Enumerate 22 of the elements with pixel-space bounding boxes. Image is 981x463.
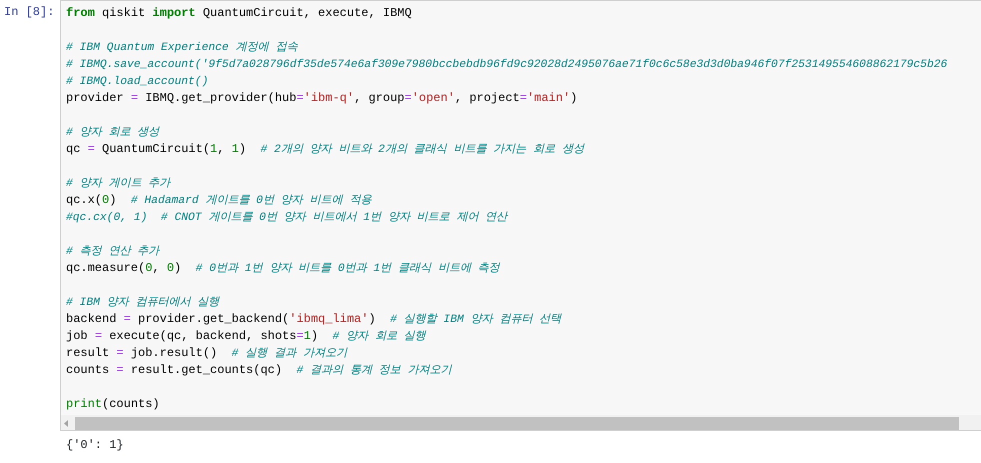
code-line: from qiskit import QuantumCircuit, execute, IBMQ bbox=[66, 5, 412, 22]
code-line: counts = result.get_counts(qc) # 결과의 통계 정보 가져오기 bbox=[66, 362, 452, 379]
code-line: # 측정 연산 추가 bbox=[66, 244, 160, 260]
code-line: print(counts) bbox=[66, 396, 160, 413]
code-line: # IBMQ.save_account('9f5d7a028796df35de574e6af309e7980bccbebdb96fd9c92028d2495076ae71f0c6c58e3d3d0ba946f07f253149554608862179c5b26 bbox=[66, 58, 948, 73]
cell-output: {'0': 1} bbox=[65, 437, 125, 454]
code-line: job = execute(qc, backend, shots=1) # 양자 회로 실행 bbox=[66, 328, 426, 345]
code-line: backend = provider.get_backend('ibmq_lima') # 실행할 IBM 양자 컴퓨터 선택 bbox=[66, 311, 562, 328]
code-line: provider = IBMQ.get_provider(hub='ibm-q', group='open', project='main') bbox=[66, 90, 578, 107]
code-line: result = job.result() # 실행 결과 가져오기 bbox=[66, 345, 347, 362]
code-line: qc.x(0) # Hadamard 게이트를 0번 양자 비트에 적용 bbox=[66, 192, 372, 209]
code-line: # 양자 회로 생성 bbox=[66, 126, 160, 141]
horizontal-scrollbar[interactable] bbox=[61, 415, 981, 430]
code-line: # IBMQ.load_account() bbox=[66, 74, 208, 90]
code-line: # 양자 게이트 추가 bbox=[66, 176, 170, 192]
code-line: qc = QuantumCircuit(1, 1) # 2개의 양자 비트와 2개의 클래식 비트를 가지는 회로 생성 bbox=[66, 141, 584, 158]
code-line: # IBM 양자 컴퓨터에서 실행 bbox=[66, 296, 220, 311]
code-line: # IBM Quantum Experience 계정에 접속 bbox=[66, 40, 298, 56]
code-cell[interactable] bbox=[60, 0, 981, 431]
code-line: #qc.cx(0, 1) # CNOT 게이트를 0번 양자 비트에서 1번 양자 비트로 제어 연산 bbox=[66, 210, 508, 226]
input-prompt: In [8]: bbox=[3, 4, 56, 21]
code-line: qc.measure(0, 0) # 0번과 1번 양자 비트를 0번과 1번 클래식 비트에 측정 bbox=[66, 260, 500, 277]
